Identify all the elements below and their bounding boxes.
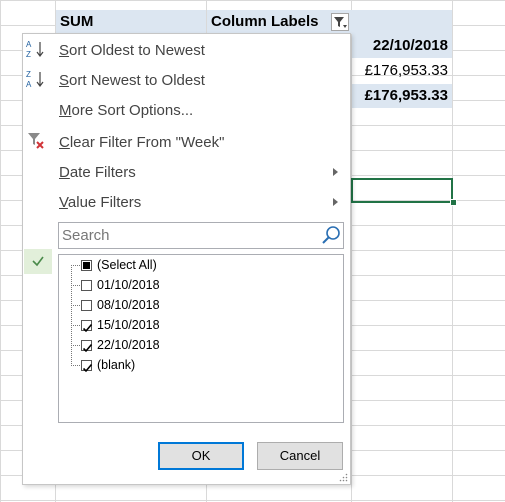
clear-filter[interactable]: Clear Filter From "Week" (59, 134, 224, 151)
search-input[interactable]: Search (58, 222, 344, 249)
filter-icon (334, 17, 347, 28)
checkmark-icon (82, 343, 93, 353)
checkmark-icon (82, 323, 93, 333)
list-item-label: (blank) (97, 358, 136, 372)
more-sort-options[interactable]: More Sort Options... (59, 102, 193, 119)
tree-line (71, 345, 80, 346)
value-cell[interactable]: £176,953.33 (352, 59, 452, 83)
accel-key: C (59, 134, 70, 151)
tree-line (71, 365, 80, 366)
date-column-header-label: 22/10/2018 (372, 37, 448, 54)
grand-total-cell[interactable]: £176,953.33 (352, 84, 452, 108)
column-labels-label: Column Labels (211, 13, 319, 30)
grand-total-label: £176,953.33 (364, 87, 448, 104)
resize-grip-icon[interactable] (339, 473, 348, 482)
sum-header-label: SUM (60, 13, 94, 30)
accel-key: V (59, 194, 68, 211)
search-icon[interactable] (320, 224, 342, 246)
menu-item-label: alue Filters (67, 194, 142, 211)
ok-button[interactable]: OK (158, 442, 244, 470)
check-icon (32, 256, 44, 267)
submenu-arrow-icon (333, 198, 338, 206)
svg-text:A: A (26, 80, 32, 89)
menu-item-label: ort Newest to Oldest (69, 72, 205, 89)
menu-item-label: ore Sort Options... (71, 102, 194, 119)
sort-oldest-to-newest[interactable]: Sort Oldest to Newest (59, 42, 205, 59)
fill-handle[interactable] (450, 199, 457, 206)
search-placeholder: Search (62, 227, 110, 244)
list-item-label: 01/10/2018 (97, 278, 160, 292)
checkbox-item[interactable] (81, 320, 93, 333)
accel-key: D (59, 164, 70, 181)
list-item-label: 22/10/2018 (97, 338, 160, 352)
filter-menu: A Z Sort Oldest to Newest Z A Sort Newes… (22, 33, 351, 485)
header-blank-cell (352, 10, 452, 34)
tree-line (71, 265, 80, 266)
filter-values-list[interactable]: (Select All) 01/10/2018 08/10/2018 15/10… (58, 254, 344, 423)
svg-text:A: A (26, 40, 32, 49)
filter-dropdown-button[interactable] (331, 13, 349, 31)
sort-newest-to-oldest[interactable]: Sort Newest to Oldest (59, 72, 205, 89)
date-column-header[interactable]: 22/10/2018 (352, 34, 452, 58)
list-item-label: 08/10/2018 (97, 298, 160, 312)
accel-key: S (59, 42, 70, 59)
sort-descending-icon: Z A (26, 70, 44, 89)
date-filters[interactable]: Date Filters (59, 164, 136, 181)
tree-line (71, 285, 80, 286)
cancel-button[interactable]: Cancel (257, 442, 343, 470)
checkbox-select-all[interactable] (81, 260, 92, 271)
ok-button-label: OK (191, 448, 211, 463)
checkbox-partial-mark (83, 262, 90, 269)
cancel-button-label: Cancel (279, 448, 321, 463)
tree-line (71, 265, 72, 366)
clear-filter-icon (28, 133, 44, 149)
checkmark-icon (82, 363, 93, 373)
menu-item-label: ate Filters (69, 164, 136, 181)
menu-item-label: ort Oldest to Newest (69, 42, 205, 59)
accel-key: S (59, 72, 70, 89)
checkbox-item[interactable] (81, 360, 93, 373)
list-item-label: 15/10/2018 (97, 318, 160, 332)
grid-line (452, 0, 453, 502)
checkbox-item[interactable] (81, 340, 93, 353)
selected-cell[interactable] (351, 178, 453, 203)
sum-header-cell[interactable]: SUM (56, 10, 206, 34)
tree-line (71, 325, 80, 326)
value-cell-label: £176,953.33 (364, 62, 448, 79)
svg-text:Z: Z (26, 70, 31, 79)
checkbox-item[interactable] (81, 280, 92, 291)
checkbox-item[interactable] (81, 300, 92, 311)
menu-item-label: lear Filter From "Week" (69, 134, 225, 151)
filter-applied-indicator (24, 249, 52, 274)
accel-key: M (59, 102, 72, 119)
submenu-arrow-icon (333, 168, 338, 176)
value-filters[interactable]: Value Filters (59, 194, 141, 211)
svg-text:Z: Z (26, 50, 31, 59)
list-item-label: (Select All) (97, 258, 157, 272)
sort-ascending-icon: A Z (26, 40, 44, 59)
tree-line (71, 305, 80, 306)
